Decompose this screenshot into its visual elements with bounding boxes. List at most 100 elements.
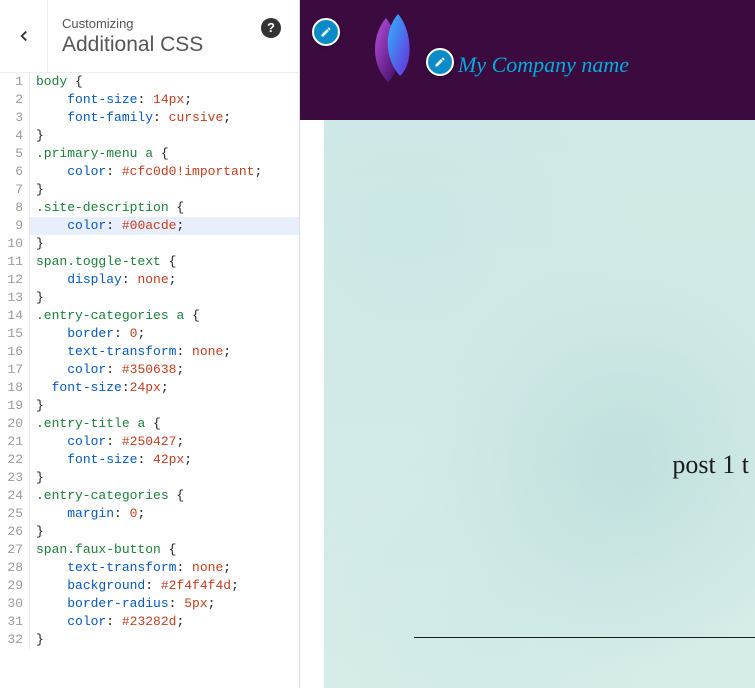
site-header: My Company name (300, 0, 755, 120)
code-line[interactable]: 31 color: #23282d; (0, 613, 299, 631)
code-content: text-transform: none; (30, 343, 231, 361)
code-content: border-radius: 5px; (30, 595, 215, 613)
code-content: color: #00acde; (30, 217, 184, 235)
page-title: Additional CSS (62, 33, 283, 57)
code-line[interactable]: 30 border-radius: 5px; (0, 595, 299, 613)
code-line[interactable]: 29 background: #2f4f4f4d; (0, 577, 299, 595)
code-content: color: #350638; (30, 361, 184, 379)
code-content: span.toggle-text { (30, 253, 176, 271)
code-content: .entry-categories { (30, 487, 184, 505)
line-number: 12 (0, 271, 30, 289)
line-number: 28 (0, 559, 30, 577)
pencil-icon (320, 26, 332, 38)
code-line[interactable]: 21 color: #250427; (0, 433, 299, 451)
code-line[interactable]: 14.entry-categories a { (0, 307, 299, 325)
line-number: 14 (0, 307, 30, 325)
code-line[interactable]: 5.primary-menu a { (0, 145, 299, 163)
code-line[interactable]: 28 text-transform: none; (0, 559, 299, 577)
logo-icon (362, 12, 422, 90)
code-line[interactable]: 18 font-size:24px; (0, 379, 299, 397)
line-number: 21 (0, 433, 30, 451)
code-line[interactable]: 10} (0, 235, 299, 253)
code-line[interactable]: 6 color: #cfc0d0!important; (0, 163, 299, 181)
line-number: 15 (0, 325, 30, 343)
line-number: 30 (0, 595, 30, 613)
separator-line (414, 637, 755, 638)
edit-shortcut-button[interactable] (426, 48, 454, 76)
code-content: } (30, 289, 44, 307)
panel-header: Customizing Additional CSS ? (0, 0, 299, 73)
line-number: 3 (0, 109, 30, 127)
line-number: 7 (0, 181, 30, 199)
code-line[interactable]: 25 margin: 0; (0, 505, 299, 523)
code-line[interactable]: 11span.toggle-text { (0, 253, 299, 271)
code-content: span.faux-button { (30, 541, 176, 559)
code-content: } (30, 181, 44, 199)
help-button[interactable]: ? (261, 18, 281, 38)
code-content: .site-description { (30, 199, 184, 217)
preview-pane: My Company name post 1 t (300, 0, 755, 688)
site-logo[interactable] (362, 12, 422, 90)
line-number: 9 (0, 217, 30, 235)
line-number: 32 (0, 631, 30, 649)
line-number: 29 (0, 577, 30, 595)
code-content: text-transform: none; (30, 559, 231, 577)
code-line[interactable]: 9 color: #00acde; (0, 217, 299, 235)
code-line[interactable]: 13} (0, 289, 299, 307)
code-line[interactable]: 1body { (0, 73, 299, 91)
code-content: } (30, 469, 44, 487)
code-content: } (30, 127, 44, 145)
line-number: 5 (0, 145, 30, 163)
site-body: post 1 t (300, 120, 755, 688)
css-editor[interactable]: 1body {2 font-size: 14px;3 font-family: … (0, 73, 299, 688)
site-title-link[interactable]: My Company name (458, 52, 629, 78)
line-number: 18 (0, 379, 30, 397)
code-content: font-size:24px; (30, 379, 169, 397)
edit-shortcut-button[interactable] (312, 18, 340, 46)
line-number: 24 (0, 487, 30, 505)
line-number: 26 (0, 523, 30, 541)
back-button[interactable] (0, 0, 48, 72)
code-line[interactable]: 20.entry-title a { (0, 415, 299, 433)
code-line[interactable]: 24.entry-categories { (0, 487, 299, 505)
panel-titles: Customizing Additional CSS ? (48, 2, 299, 71)
code-line[interactable]: 26} (0, 523, 299, 541)
code-line[interactable]: 16 text-transform: none; (0, 343, 299, 361)
code-line[interactable]: 8.site-description { (0, 199, 299, 217)
line-number: 16 (0, 343, 30, 361)
code-content: } (30, 397, 44, 415)
customizer-panel: Customizing Additional CSS ? 1body {2 fo… (0, 0, 300, 688)
line-number: 25 (0, 505, 30, 523)
code-content: font-size: 14px; (30, 91, 192, 109)
line-number: 27 (0, 541, 30, 559)
code-content: } (30, 523, 44, 541)
line-number: 6 (0, 163, 30, 181)
code-line[interactable]: 12 display: none; (0, 271, 299, 289)
code-line[interactable]: 23} (0, 469, 299, 487)
code-line[interactable]: 27span.faux-button { (0, 541, 299, 559)
code-content: body { (30, 73, 83, 91)
code-line[interactable]: 7} (0, 181, 299, 199)
code-content: color: #23282d; (30, 613, 184, 631)
line-number: 23 (0, 469, 30, 487)
code-line[interactable]: 2 font-size: 14px; (0, 91, 299, 109)
line-number: 8 (0, 199, 30, 217)
pencil-icon (434, 56, 446, 68)
line-number: 31 (0, 613, 30, 631)
line-number: 20 (0, 415, 30, 433)
code-line[interactable]: 32} (0, 631, 299, 649)
code-line[interactable]: 3 font-family: cursive; (0, 109, 299, 127)
breadcrumb: Customizing (62, 16, 283, 31)
code-content: color: #cfc0d0!important; (30, 163, 262, 181)
code-line[interactable]: 17 color: #350638; (0, 361, 299, 379)
code-line[interactable]: 4} (0, 127, 299, 145)
post-title[interactable]: post 1 t (672, 450, 749, 480)
code-content: color: #250427; (30, 433, 184, 451)
code-content: background: #2f4f4f4d; (30, 577, 239, 595)
code-line[interactable]: 19} (0, 397, 299, 415)
code-content: font-family: cursive; (30, 109, 231, 127)
code-line[interactable]: 22 font-size: 42px; (0, 451, 299, 469)
line-number: 4 (0, 127, 30, 145)
code-line[interactable]: 15 border: 0; (0, 325, 299, 343)
code-content: margin: 0; (30, 505, 145, 523)
